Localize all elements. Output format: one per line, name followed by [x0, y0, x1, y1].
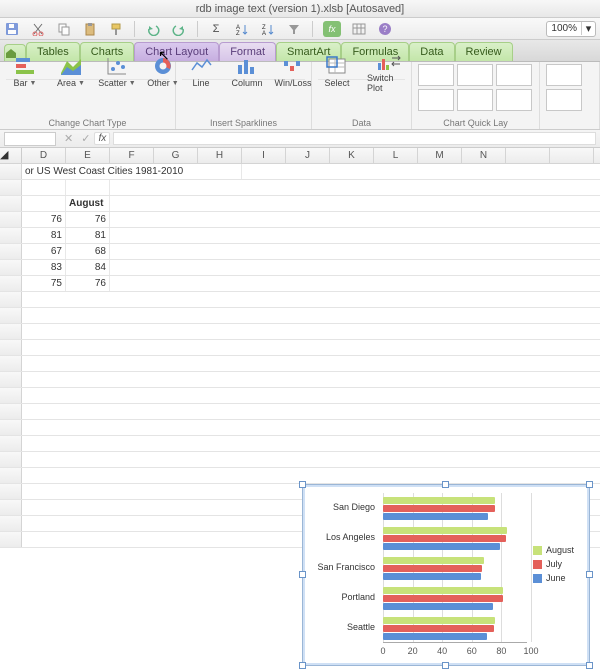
scatter-chart-icon [104, 55, 130, 77]
chart-category-label: Seattle [315, 622, 379, 632]
chart-bar[interactable] [383, 497, 495, 504]
chart-bar[interactable] [383, 535, 506, 542]
sparkline-winloss-icon [280, 55, 306, 77]
format-painter-icon[interactable] [108, 21, 124, 37]
select-all-corner[interactable]: ◢ [0, 148, 22, 163]
group-label: Chart Quick Lay [412, 118, 539, 128]
tab-review[interactable]: Review [455, 42, 513, 61]
chevron-down-icon[interactable]: ▾ [581, 22, 595, 35]
quick-access-toolbar: Σ AZ ZA fx ? 100% ▾ [0, 18, 600, 40]
bar-chart-icon [12, 55, 38, 77]
group-chart-quick-layouts: Chart Quick Lay [412, 62, 540, 129]
sort-desc-icon[interactable]: ZA [260, 21, 276, 37]
spreadsheet-grid: ◢ DEFGHIJKLMN or US West Coast Cities 19… [0, 148, 600, 548]
chart-category-label: San Diego [315, 502, 379, 512]
autosum-icon[interactable]: Σ [208, 21, 224, 37]
tab-data[interactable]: Data [409, 42, 454, 61]
chart-plot-area[interactable]: San Diego Los Angeles San Francisco Portlan… [315, 493, 527, 643]
copy-icon[interactable] [56, 21, 72, 37]
formula-bar: ✕ ✓ fx [0, 130, 600, 148]
legend-item[interactable]: July [533, 559, 583, 569]
switch-plot-icon [376, 50, 402, 72]
chart-bar[interactable] [383, 587, 503, 594]
chart-bar[interactable] [383, 573, 481, 580]
sparkline-column-icon [234, 55, 260, 77]
chart-bar[interactable] [383, 513, 488, 520]
chart-bar[interactable] [383, 625, 494, 632]
quick-layout-gallery[interactable] [418, 64, 533, 111]
redo-icon[interactable] [171, 21, 187, 37]
column-headers[interactable]: ◢ DEFGHIJKLMN [0, 148, 600, 164]
paste-icon[interactable] [82, 21, 98, 37]
sparkline-column-button[interactable]: Column [228, 64, 266, 79]
group-change-chart-type: Bar▼ Area▼ Scatter▼ Other▼ Change Chart … [0, 62, 176, 129]
svg-text:A: A [262, 31, 266, 35]
embedded-chart[interactable]: San Diego Los Angeles San Francisco Portlan… [302, 484, 590, 666]
window-titlebar: rdb image text (version 1).xlsb [Autosav… [0, 0, 600, 18]
group-chart-quick-layouts-more [540, 62, 600, 129]
chart-type-bar-button[interactable]: Bar▼ [6, 64, 44, 79]
enter-icon[interactable]: ✓ [77, 132, 94, 145]
select-data-button[interactable]: Select [318, 64, 356, 79]
chart-legend[interactable]: August July June [533, 545, 583, 587]
fx-icon[interactable]: fx [323, 21, 341, 37]
chart-category-label: Portland [315, 592, 379, 602]
name-box[interactable] [4, 132, 56, 146]
chart-bar[interactable] [383, 603, 493, 610]
undo-icon[interactable] [145, 21, 161, 37]
filter-icon[interactable] [286, 21, 302, 37]
sparkline-line-button[interactable]: Line [182, 64, 220, 79]
chart-type-area-button[interactable]: Area▼ [52, 64, 90, 79]
group-label: Insert Sparklines [176, 118, 311, 128]
formula-input[interactable] [113, 132, 596, 145]
legend-item[interactable]: June [533, 573, 583, 583]
group-insert-sparklines: Line Column Win/Loss Insert Sparklines [176, 62, 312, 129]
cancel-icon[interactable]: ✕ [60, 132, 77, 145]
chart-bar[interactable] [383, 565, 482, 572]
chart-bar[interactable] [383, 557, 484, 564]
chart-category-label: Los Angeles [315, 532, 379, 542]
group-data: Select Switch Plot Data [312, 62, 412, 129]
chart-bar[interactable] [383, 617, 495, 624]
legend-item[interactable]: August [533, 545, 583, 555]
ribbon: Bar▼ Area▼ Scatter▼ Other▼ Change Chart … [0, 62, 600, 130]
insert-function-icon[interactable]: fx [94, 132, 110, 145]
zoom-value: 100% [547, 23, 581, 34]
svg-text:Z: Z [236, 31, 240, 35]
switch-plot-button[interactable]: Switch Plot [364, 64, 414, 79]
sparkline-winloss-button[interactable]: Win/Loss [274, 64, 312, 79]
svg-text:?: ? [382, 24, 387, 34]
chart-category-label: San Francisco [315, 562, 379, 572]
window-title: rdb image text (version 1).xlsb [Autosav… [196, 3, 404, 15]
show-formulas-icon[interactable] [351, 21, 367, 37]
select-data-icon [324, 55, 350, 77]
chart-type-scatter-button[interactable]: Scatter▼ [98, 64, 136, 79]
group-label: Change Chart Type [0, 118, 175, 128]
chart-bar[interactable] [383, 595, 503, 602]
help-icon[interactable]: ? [377, 21, 393, 37]
chart-bar[interactable] [383, 505, 495, 512]
chart-bar[interactable] [383, 543, 500, 550]
save-icon[interactable] [4, 21, 20, 37]
group-label: Data [312, 118, 411, 128]
area-chart-icon [58, 55, 84, 77]
donut-chart-icon [150, 55, 176, 77]
chart-bar[interactable] [383, 633, 487, 640]
sparkline-line-icon [188, 55, 214, 77]
sort-asc-icon[interactable]: AZ [234, 21, 250, 37]
cut-icon[interactable] [30, 21, 46, 37]
zoom-control[interactable]: 100% ▾ [546, 21, 596, 37]
